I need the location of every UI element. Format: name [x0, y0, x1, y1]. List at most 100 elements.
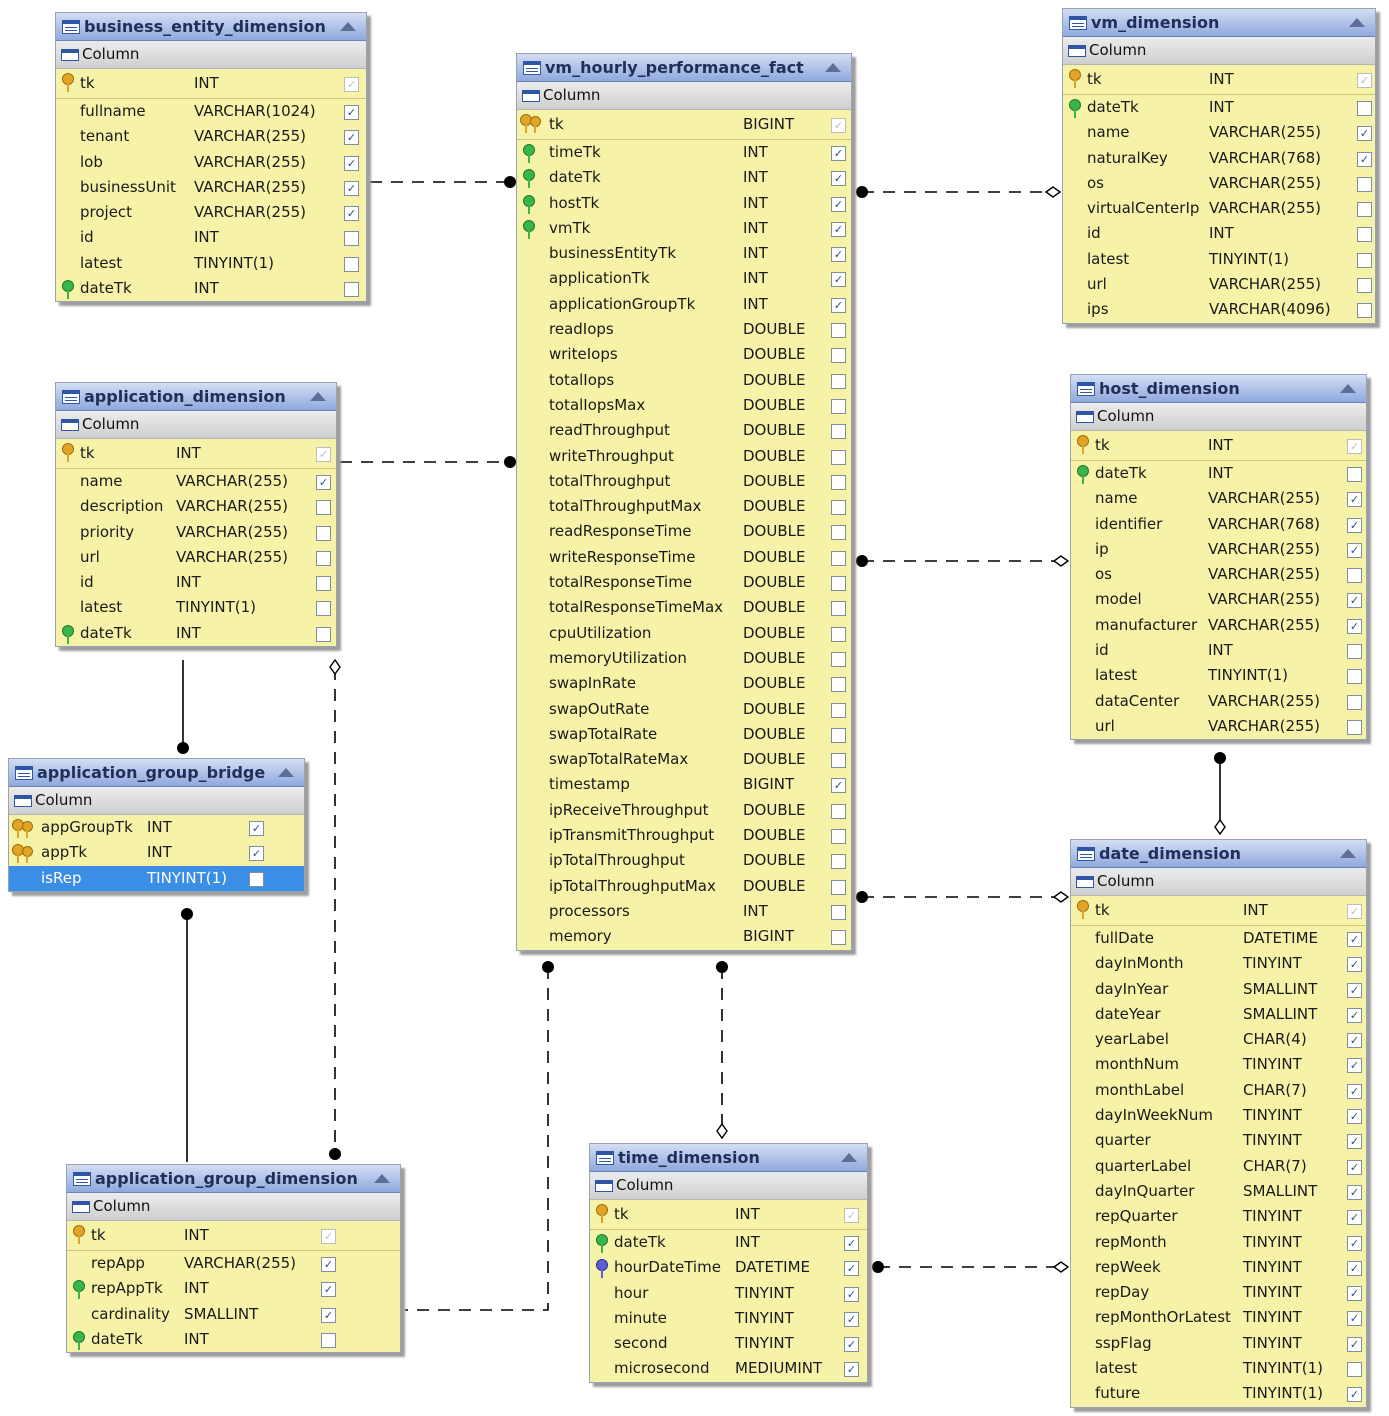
column-row[interactable]: dataCenter VARCHAR(255) [1071, 689, 1366, 714]
nullable-checkbox[interactable] [831, 854, 846, 870]
nullable-checkbox[interactable]: ✓ [1347, 1159, 1362, 1175]
column-row[interactable]: ipTransmitThroughput DOUBLE [517, 823, 851, 848]
nullable-checkbox[interactable] [831, 348, 846, 364]
column-row[interactable]: timestamp BIGINT ✓ [517, 772, 851, 797]
nullable-checkbox[interactable] [831, 702, 846, 718]
nullable-checkbox[interactable] [831, 424, 846, 440]
table-application-group-dimension[interactable]: application_group_dimension Column tk INT ✓ r… [66, 1164, 401, 1354]
nullable-checkbox[interactable]: ✓ [844, 1362, 859, 1378]
nullable-checkbox[interactable]: ✓ [1347, 904, 1362, 919]
column-row[interactable]: dateYear SMALLINT ✓ [1071, 1002, 1366, 1027]
column-row[interactable]: memoryUtilization DOUBLE [517, 646, 851, 671]
nullable-checkbox[interactable]: ✓ [1347, 1260, 1362, 1276]
column-row[interactable]: quarter TINYINT ✓ [1071, 1128, 1366, 1153]
nullable-checkbox[interactable] [831, 753, 846, 769]
column-row[interactable]: dayInWeekNum TINYINT ✓ [1071, 1103, 1366, 1128]
table-title[interactable]: application_group_bridge [9, 759, 304, 787]
nullable-checkbox[interactable]: ✓ [1347, 492, 1362, 508]
table-vm-dimension[interactable]: vm_dimension Column tk INT ✓ dateTk INT name VAR… [1062, 8, 1376, 324]
column-row[interactable]: swapTotalRate DOUBLE [517, 722, 851, 747]
nullable-checkbox[interactable]: ✓ [1357, 126, 1372, 142]
column-row[interactable]: tk INT ✓ [67, 1221, 400, 1251]
nullable-checkbox[interactable]: ✓ [316, 475, 331, 490]
nullable-checkbox[interactable]: ✓ [1347, 593, 1362, 609]
column-row[interactable]: url VARCHAR(255) [1063, 272, 1375, 297]
column-row[interactable]: businessEntityTk INT ✓ [517, 241, 851, 266]
column-row[interactable]: id INT [1063, 221, 1375, 246]
nullable-checkbox[interactable] [831, 323, 846, 339]
column-row[interactable]: cpuUtilization DOUBLE [517, 621, 851, 646]
nullable-checkbox[interactable] [1347, 719, 1362, 735]
table-host-dimension[interactable]: host_dimension Column tk INT ✓ dateTk INT name V… [1070, 374, 1367, 741]
nullable-checkbox[interactable]: ✓ [844, 1208, 859, 1223]
nullable-checkbox[interactable] [831, 601, 846, 617]
nullable-checkbox[interactable]: ✓ [844, 1261, 859, 1277]
nullable-checkbox[interactable]: ✓ [1347, 957, 1362, 973]
column-row[interactable]: dayInQuarter SMALLINT ✓ [1071, 1179, 1366, 1204]
nullable-checkbox[interactable]: ✓ [831, 247, 846, 263]
column-row[interactable]: future TINYINT(1) ✓ [1071, 1381, 1366, 1406]
nullable-checkbox[interactable]: ✓ [344, 77, 359, 92]
nullable-checkbox[interactable]: ✓ [831, 118, 846, 133]
collapse-arrow-icon[interactable] [841, 1153, 857, 1162]
nullable-checkbox[interactable]: ✓ [1347, 1336, 1362, 1352]
nullable-checkbox[interactable] [831, 803, 846, 819]
nullable-checkbox[interactable] [831, 525, 846, 541]
column-row[interactable]: yearLabel CHAR(4) ✓ [1071, 1027, 1366, 1052]
column-row[interactable]: memory BIGINT [517, 924, 851, 949]
nullable-checkbox[interactable] [831, 651, 846, 667]
column-row[interactable]: timeTk INT ✓ [517, 140, 851, 165]
column-row[interactable]: applicationTk INT ✓ [517, 266, 851, 291]
table-application-dimension[interactable]: application_dimension Column tk INT ✓ name VAR… [55, 382, 337, 648]
column-row[interactable]: businessUnit VARCHAR(255) ✓ [56, 175, 366, 200]
column-row[interactable]: dateTk INT [56, 621, 336, 646]
column-row[interactable]: virtualCenterIp VARCHAR(255) [1063, 196, 1375, 221]
nullable-checkbox[interactable]: ✓ [831, 778, 846, 794]
nullable-checkbox[interactable]: ✓ [316, 447, 331, 462]
column-row[interactable]: readThroughput DOUBLE [517, 418, 851, 443]
nullable-checkbox[interactable]: ✓ [344, 130, 359, 146]
column-row[interactable]: description VARCHAR(255) [56, 494, 336, 519]
nullable-checkbox[interactable]: ✓ [1347, 1387, 1362, 1403]
table-title[interactable]: application_dimension [56, 383, 336, 411]
nullable-checkbox[interactable]: ✓ [1357, 73, 1372, 88]
column-row[interactable]: isRep TINYINT(1) [9, 865, 304, 891]
collapse-arrow-icon[interactable] [1340, 849, 1356, 858]
table-title[interactable]: application_group_dimension [67, 1165, 400, 1193]
nullable-checkbox[interactable] [831, 373, 846, 389]
nullable-checkbox[interactable] [1357, 101, 1372, 116]
nullable-checkbox[interactable]: ✓ [831, 171, 846, 187]
column-row[interactable]: ips VARCHAR(4096) [1063, 297, 1375, 322]
column-row[interactable]: vmTk INT ✓ [517, 216, 851, 241]
column-row[interactable]: quarterLabel CHAR(7) ✓ [1071, 1154, 1366, 1179]
nullable-checkbox[interactable]: ✓ [1347, 1235, 1362, 1251]
nullable-checkbox[interactable]: ✓ [1347, 1286, 1362, 1302]
column-row[interactable]: manufacturer VARCHAR(255) ✓ [1071, 613, 1366, 638]
column-row[interactable]: model VARCHAR(255) ✓ [1071, 587, 1366, 612]
column-row[interactable]: tenant VARCHAR(255) ✓ [56, 124, 366, 149]
nullable-checkbox[interactable] [831, 474, 846, 490]
nullable-checkbox[interactable]: ✓ [1347, 1007, 1362, 1023]
column-row[interactable]: latest TINYINT(1) [56, 251, 366, 276]
nullable-checkbox[interactable] [1347, 467, 1362, 482]
table-title[interactable]: vm_hourly_performance_fact [517, 54, 851, 82]
nullable-checkbox[interactable] [1347, 694, 1362, 710]
nullable-checkbox[interactable]: ✓ [249, 846, 264, 862]
nullable-checkbox[interactable]: ✓ [321, 1257, 336, 1272]
nullable-checkbox[interactable] [1357, 176, 1372, 192]
column-row[interactable]: url VARCHAR(255) [1071, 714, 1366, 739]
column-row[interactable]: tk INT ✓ [590, 1200, 867, 1230]
collapse-arrow-icon[interactable] [825, 63, 841, 72]
column-row[interactable]: priority VARCHAR(255) [56, 520, 336, 545]
column-row[interactable]: processors INT [517, 899, 851, 924]
column-row[interactable]: swapTotalRateMax DOUBLE [517, 747, 851, 772]
column-row[interactable]: monthNum TINYINT ✓ [1071, 1052, 1366, 1077]
nullable-checkbox[interactable]: ✓ [344, 206, 359, 222]
column-row[interactable]: hostTk INT ✓ [517, 191, 851, 216]
column-row[interactable]: dateTk INT [1071, 461, 1366, 486]
nullable-checkbox[interactable] [831, 576, 846, 592]
column-row[interactable]: dateTk INT [67, 1327, 400, 1352]
nullable-checkbox[interactable] [1357, 227, 1372, 243]
nullable-checkbox[interactable] [1347, 568, 1362, 584]
column-row[interactable]: id INT [56, 225, 366, 250]
